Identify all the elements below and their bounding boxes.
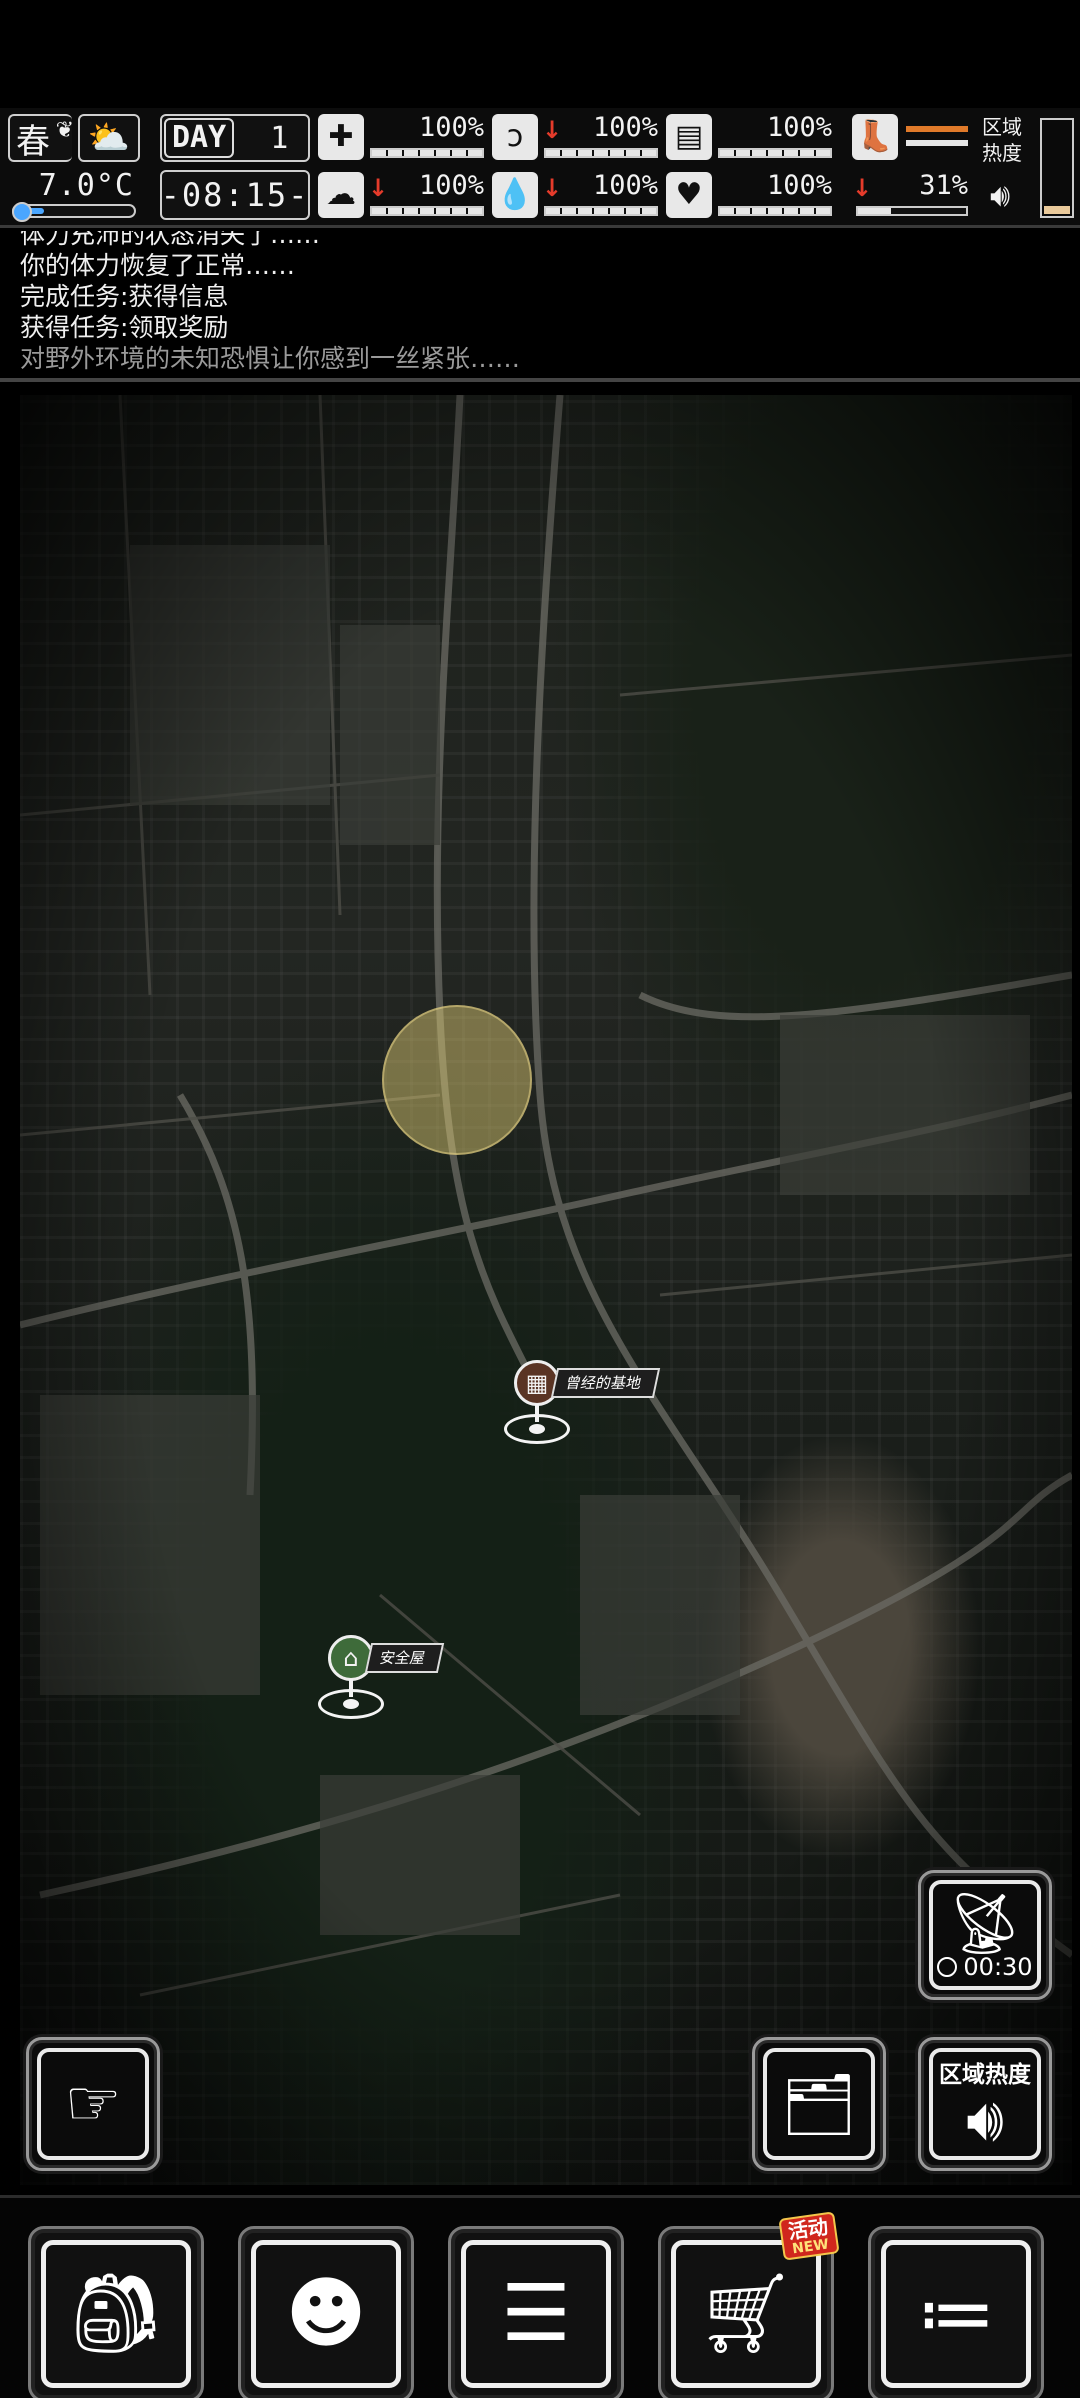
- nav-backpack-button[interactable]: 🎒︎: [28, 2226, 204, 2398]
- game-clock: -08:15-: [160, 170, 310, 220]
- leaf-icon: ❦: [55, 118, 74, 143]
- stomach-icon: ↄ: [492, 114, 538, 160]
- armor-bar: [718, 148, 832, 158]
- thirst-bar: [544, 206, 658, 216]
- hunger-value: 100%: [592, 112, 658, 143]
- boot-durability-stat: ↓ 31%: [852, 170, 972, 220]
- boot-indicator-line-2: [906, 140, 968, 146]
- armor-value: 100%: [766, 112, 832, 143]
- water-drop-icon: 💧: [492, 172, 538, 218]
- decrease-arrow-icon: ↓: [542, 174, 563, 202]
- pointing-hand-icon: ☞: [36, 2047, 150, 2161]
- map-folder-icon: 🗂︎: [762, 2047, 876, 2161]
- medkit-icon: ✚: [318, 114, 364, 160]
- nav-menu-button[interactable]: ≔: [868, 2226, 1044, 2398]
- menu-list-icon: ≔: [881, 2240, 1031, 2388]
- log-line: 对野外环境的未知恐惧让你感到一丝紧张……: [20, 344, 521, 373]
- map-roads: [20, 395, 1072, 1997]
- status-hud: 春 ❦ ⛅ 7.0°C DAY 1 -08:15- ✚ 100% ↄ ↓ 100…: [0, 108, 1080, 228]
- brain-icon: ☁: [318, 172, 364, 218]
- health-bar: [370, 148, 484, 158]
- region-heat-button-label: 区域热度: [939, 2062, 1031, 2088]
- log-line: 体力充沛的状态消失了……: [20, 231, 321, 249]
- satellite-dish-icon: 📡︎: [946, 1889, 1024, 1960]
- poi-label: 安全屋: [364, 1643, 445, 1673]
- season-label: 春: [16, 121, 50, 162]
- region-heat-button[interactable]: 区域热度 🔊︎: [918, 2037, 1052, 2171]
- map-folder-button[interactable]: 🗂︎: [752, 2037, 886, 2171]
- day-counter: DAY 1: [160, 114, 310, 162]
- world-map[interactable]: ▦ 曾经的基地 ⌂ 安全屋: [20, 395, 1072, 2185]
- location-marker-ring: [318, 1689, 384, 1719]
- nav-shop-button[interactable]: 🛒︎ 活动 NEW: [658, 2211, 840, 2398]
- hunger-stat: ↄ ↓ 100%: [492, 112, 662, 162]
- health-value: 100%: [418, 112, 484, 143]
- nav-skills-button[interactable]: ☻: [238, 2226, 414, 2398]
- nav-journal-button[interactable]: ☰: [448, 2226, 624, 2398]
- target-zone-highlight[interactable]: [382, 1005, 532, 1155]
- mood-stat: ♥ 100%: [666, 170, 836, 220]
- log-divider: [0, 378, 1080, 382]
- heart-icon: ♥: [666, 172, 712, 218]
- interact-hand-button[interactable]: ☞: [26, 2037, 160, 2171]
- health-stat: ✚ 100%: [318, 112, 488, 162]
- boot-value: 31%: [919, 170, 968, 201]
- boot-indicator-line: [906, 126, 968, 132]
- thermometer-bulb: [12, 202, 32, 222]
- location-marker-ring: [504, 1414, 570, 1444]
- notebook-icon: ☰: [461, 2240, 611, 2388]
- region-heat-label: 区域 热度: [982, 115, 1022, 165]
- sanity-bar: [370, 206, 484, 216]
- boot-icon: 👢: [852, 114, 898, 160]
- region-heat-meter: [1040, 118, 1074, 218]
- temperature-gauge: 7.0°C: [8, 168, 140, 222]
- speaker-icon: 🔊︎: [990, 176, 1011, 214]
- boot-status-top: 👢: [852, 112, 972, 162]
- poi-label: 曾经的基地: [550, 1368, 661, 1398]
- mood-bar: [718, 206, 832, 216]
- boot-bar: [856, 206, 968, 216]
- hunger-bar: [544, 148, 658, 158]
- sanity-stat: ☁ ↓ 100%: [318, 170, 488, 220]
- armor-icon: ▤: [666, 114, 712, 160]
- armor-stat: ▤ 100%: [666, 112, 836, 162]
- log-line: 完成任务:获得信息: [20, 282, 229, 311]
- region-heat-indicator[interactable]: 区域 热度 🔊︎: [980, 114, 1076, 222]
- decrease-arrow-icon: ↓: [368, 174, 389, 202]
- log-line: 你的体力恢复了正常……: [20, 251, 296, 280]
- radar-timer: 00:30: [937, 1953, 1033, 1982]
- season-indicator: 春 ❦: [8, 114, 74, 162]
- clock-icon: [937, 1957, 958, 1978]
- speaker-heat-icon: 🔊︎: [966, 2085, 1004, 2155]
- backpack-icon: 🎒︎: [41, 2240, 191, 2388]
- mood-value: 100%: [766, 170, 832, 201]
- decrease-arrow-icon: ↓: [852, 174, 873, 202]
- cart-icon: 🛒︎: [671, 2240, 821, 2388]
- event-new-badge: 活动 NEW: [778, 2211, 840, 2261]
- day-label: DAY: [164, 118, 235, 158]
- radar-timer-text: 00:30: [963, 1953, 1033, 1982]
- sanity-value: 100%: [418, 170, 484, 201]
- thirst-stat: 💧 ↓ 100%: [492, 170, 662, 220]
- brain-head-icon: ☻: [251, 2240, 401, 2388]
- radar-scan-button[interactable]: 📡︎ 00:30: [918, 1870, 1052, 2000]
- day-number: 1: [270, 120, 289, 156]
- bottom-nav-bar: 🎒︎ ☻ ☰ 🛒︎ 活动 NEW ≔: [0, 2195, 1080, 2398]
- thirst-value: 100%: [592, 170, 658, 201]
- log-line: 获得任务:领取奖励: [20, 313, 229, 342]
- temperature-value: 7.0°C: [38, 168, 134, 203]
- message-log: 体力充沛的状态消失了…… 你的体力恢复了正常…… 完成任务:获得信息 获得任务:…: [0, 231, 1080, 381]
- thermometer-icon: [12, 202, 136, 222]
- partly-cloudy-icon: ⛅: [78, 114, 140, 162]
- decrease-arrow-icon: ↓: [542, 116, 563, 144]
